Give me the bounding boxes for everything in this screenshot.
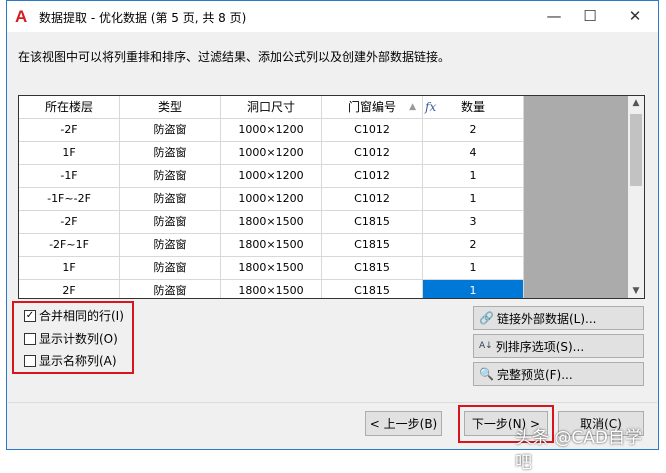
checkbox-label: 合并相同的行(I) (39, 309, 124, 323)
formula-icon: fx (425, 100, 437, 114)
link-icon: 🔗 (479, 311, 494, 325)
sort-az-icon: A↓ (479, 341, 493, 351)
table-cell[interactable]: 防盗窗 (120, 188, 221, 211)
sort-ascending-icon: ▲ (409, 102, 416, 112)
scroll-down-icon[interactable]: ▼ (628, 286, 644, 296)
table-cell[interactable]: C1815 (322, 234, 423, 257)
table-cell[interactable]: 2 (423, 119, 524, 142)
minimize-button[interactable]: — (534, 5, 574, 27)
table-cell[interactable]: 2F (19, 280, 120, 298)
column-header-label: 门窗编号 (347, 100, 396, 114)
table-row[interactable]: -2F~1F 防盗窗 1800×1500 C1815 2 (19, 234, 524, 257)
checkbox-icon (24, 354, 36, 367)
checkbox-label: 显示计数列(O) (39, 332, 118, 346)
vertical-scrollbar[interactable]: ▲ ▼ (628, 96, 644, 298)
maximize-button[interactable]: ☐ (570, 5, 610, 27)
back-button[interactable]: < 上一步(B) (365, 411, 442, 436)
show-count-checkbox[interactable]: 显示计数列(O) (24, 330, 118, 347)
table-row[interactable]: -1F~-2F 防盗窗 1000×1200 C1012 1 (19, 188, 524, 211)
table-cell[interactable]: 防盗窗 (120, 165, 221, 188)
checkbox-icon (24, 332, 36, 345)
checkbox-checked-icon: ✓ (24, 309, 36, 322)
table-cell[interactable]: 1 (423, 165, 524, 188)
table-cell[interactable]: 1800×1500 (221, 280, 322, 298)
table-cell[interactable]: 1 (423, 257, 524, 280)
table-header: 所在楼层 类型 洞口尺寸 门窗编号 ▲ fx 数量 (19, 96, 524, 119)
column-header[interactable]: 门窗编号 ▲ (322, 96, 423, 119)
window-title: 数据提取 - 优化数据 (第 5 页, 共 8 页) (39, 11, 247, 25)
table-cell[interactable]: -1F (19, 165, 120, 188)
divider (8, 402, 657, 403)
column-header[interactable]: 所在楼层 (19, 96, 120, 119)
table-cell[interactable]: 防盗窗 (120, 257, 221, 280)
column-sort-options-button[interactable]: A↓ 列排序选项(S)... (473, 334, 644, 358)
merge-rows-checkbox[interactable]: ✓ 合并相同的行(I) (24, 307, 124, 324)
table-cell[interactable]: 1000×1200 (221, 142, 322, 165)
table-cell[interactable]: C1012 (322, 142, 423, 165)
full-preview-button[interactable]: 🔍 完整预览(F)... (473, 362, 644, 386)
table-cell[interactable]: 1800×1500 (221, 257, 322, 280)
button-label: 完整预览(F)... (496, 367, 573, 382)
table-cell[interactable]: -2F (19, 119, 120, 142)
column-header[interactable]: 类型 (120, 96, 221, 119)
table-cell[interactable]: 1 (423, 188, 524, 211)
table-cell[interactable]: C1815 (322, 211, 423, 234)
button-label: 列排序选项(S)... (495, 339, 585, 354)
table-row[interactable]: -1F 防盗窗 1000×1200 C1012 1 (19, 165, 524, 188)
table-row[interactable]: 1F 防盗窗 1800×1500 C1815 1 (19, 257, 524, 280)
watermark: 头条 @CAD自学吧 (515, 428, 642, 473)
link-external-data-button[interactable]: 🔗 链接外部数据(L)... (473, 306, 644, 330)
table-cell[interactable]: 1F (19, 142, 120, 165)
preview-magnifier-icon: 🔍 (479, 367, 494, 381)
table-cell[interactable]: 防盗窗 (120, 234, 221, 257)
table-cell[interactable]: 1F (19, 257, 120, 280)
table-cell[interactable]: 1000×1200 (221, 188, 322, 211)
table-cell[interactable]: C1012 (322, 188, 423, 211)
description-text: 在该视图中可以将列重排和排序、过滤结果、添加公式列以及创建外部数据链接。 (18, 50, 451, 64)
table-cell[interactable]: C1012 (322, 119, 423, 142)
scrollbar-thumb[interactable] (630, 114, 642, 186)
scroll-up-icon[interactable]: ▲ (628, 98, 644, 108)
table-cell[interactable]: 防盗窗 (120, 142, 221, 165)
table-cell[interactable]: 1800×1500 (221, 234, 322, 257)
close-button[interactable]: ✕ (615, 5, 655, 27)
table-cell[interactable]: -2F~1F (19, 234, 120, 257)
table-cell[interactable]: 防盗窗 (120, 211, 221, 234)
table-cell[interactable]: C1012 (322, 165, 423, 188)
checkbox-label: 显示名称列(A) (39, 354, 117, 368)
table-cell[interactable]: 4 (423, 142, 524, 165)
table-row[interactable]: 2F 防盗窗 1800×1500 C1815 1 (19, 280, 524, 298)
data-grid[interactable]: 所在楼层 类型 洞口尺寸 门窗编号 ▲ fx 数量 ▲ ▼ -2F 防盗窗 1000×1… (18, 95, 645, 299)
column-header-label: 数量 (460, 100, 485, 114)
table-cell[interactable]: -2F (19, 211, 120, 234)
table-cell[interactable]: 2 (423, 234, 524, 257)
table-cell[interactable]: C1815 (322, 280, 423, 298)
dialog-window: A 数据提取 - 优化数据 (第 5 页, 共 8 页) — ☐ ✕ 在该视图中… (6, 0, 659, 473)
table-row[interactable]: 1F 防盗窗 1000×1200 C1012 4 (19, 142, 524, 165)
table-cell[interactable]: -1F~-2F (19, 188, 120, 211)
table-row[interactable]: -2F 防盗窗 1800×1500 C1815 3 (19, 211, 524, 234)
table-cell[interactable]: 防盗窗 (120, 280, 221, 298)
button-label: 链接外部数据(L)... (496, 311, 597, 326)
column-header[interactable]: fx 数量 (423, 96, 524, 119)
table-cell[interactable]: 1000×1200 (221, 165, 322, 188)
table-cell[interactable]: 防盗窗 (120, 119, 221, 142)
show-name-checkbox[interactable]: 显示名称列(A) (24, 352, 117, 369)
table-cell[interactable]: 1800×1500 (221, 211, 322, 234)
table-cell[interactable]: 3 (423, 211, 524, 234)
table-row[interactable]: -2F 防盗窗 1000×1200 C1012 2 (19, 119, 524, 142)
autocad-logo-icon: A (15, 7, 28, 26)
table-cell[interactable]: 1 (423, 280, 524, 298)
table-cell[interactable]: 1000×1200 (221, 119, 322, 142)
table-cell[interactable]: C1815 (322, 257, 423, 280)
title-bar: A 数据提取 - 优化数据 (第 5 页, 共 8 页) — ☐ ✕ (7, 1, 658, 32)
column-header[interactable]: 洞口尺寸 (221, 96, 322, 119)
